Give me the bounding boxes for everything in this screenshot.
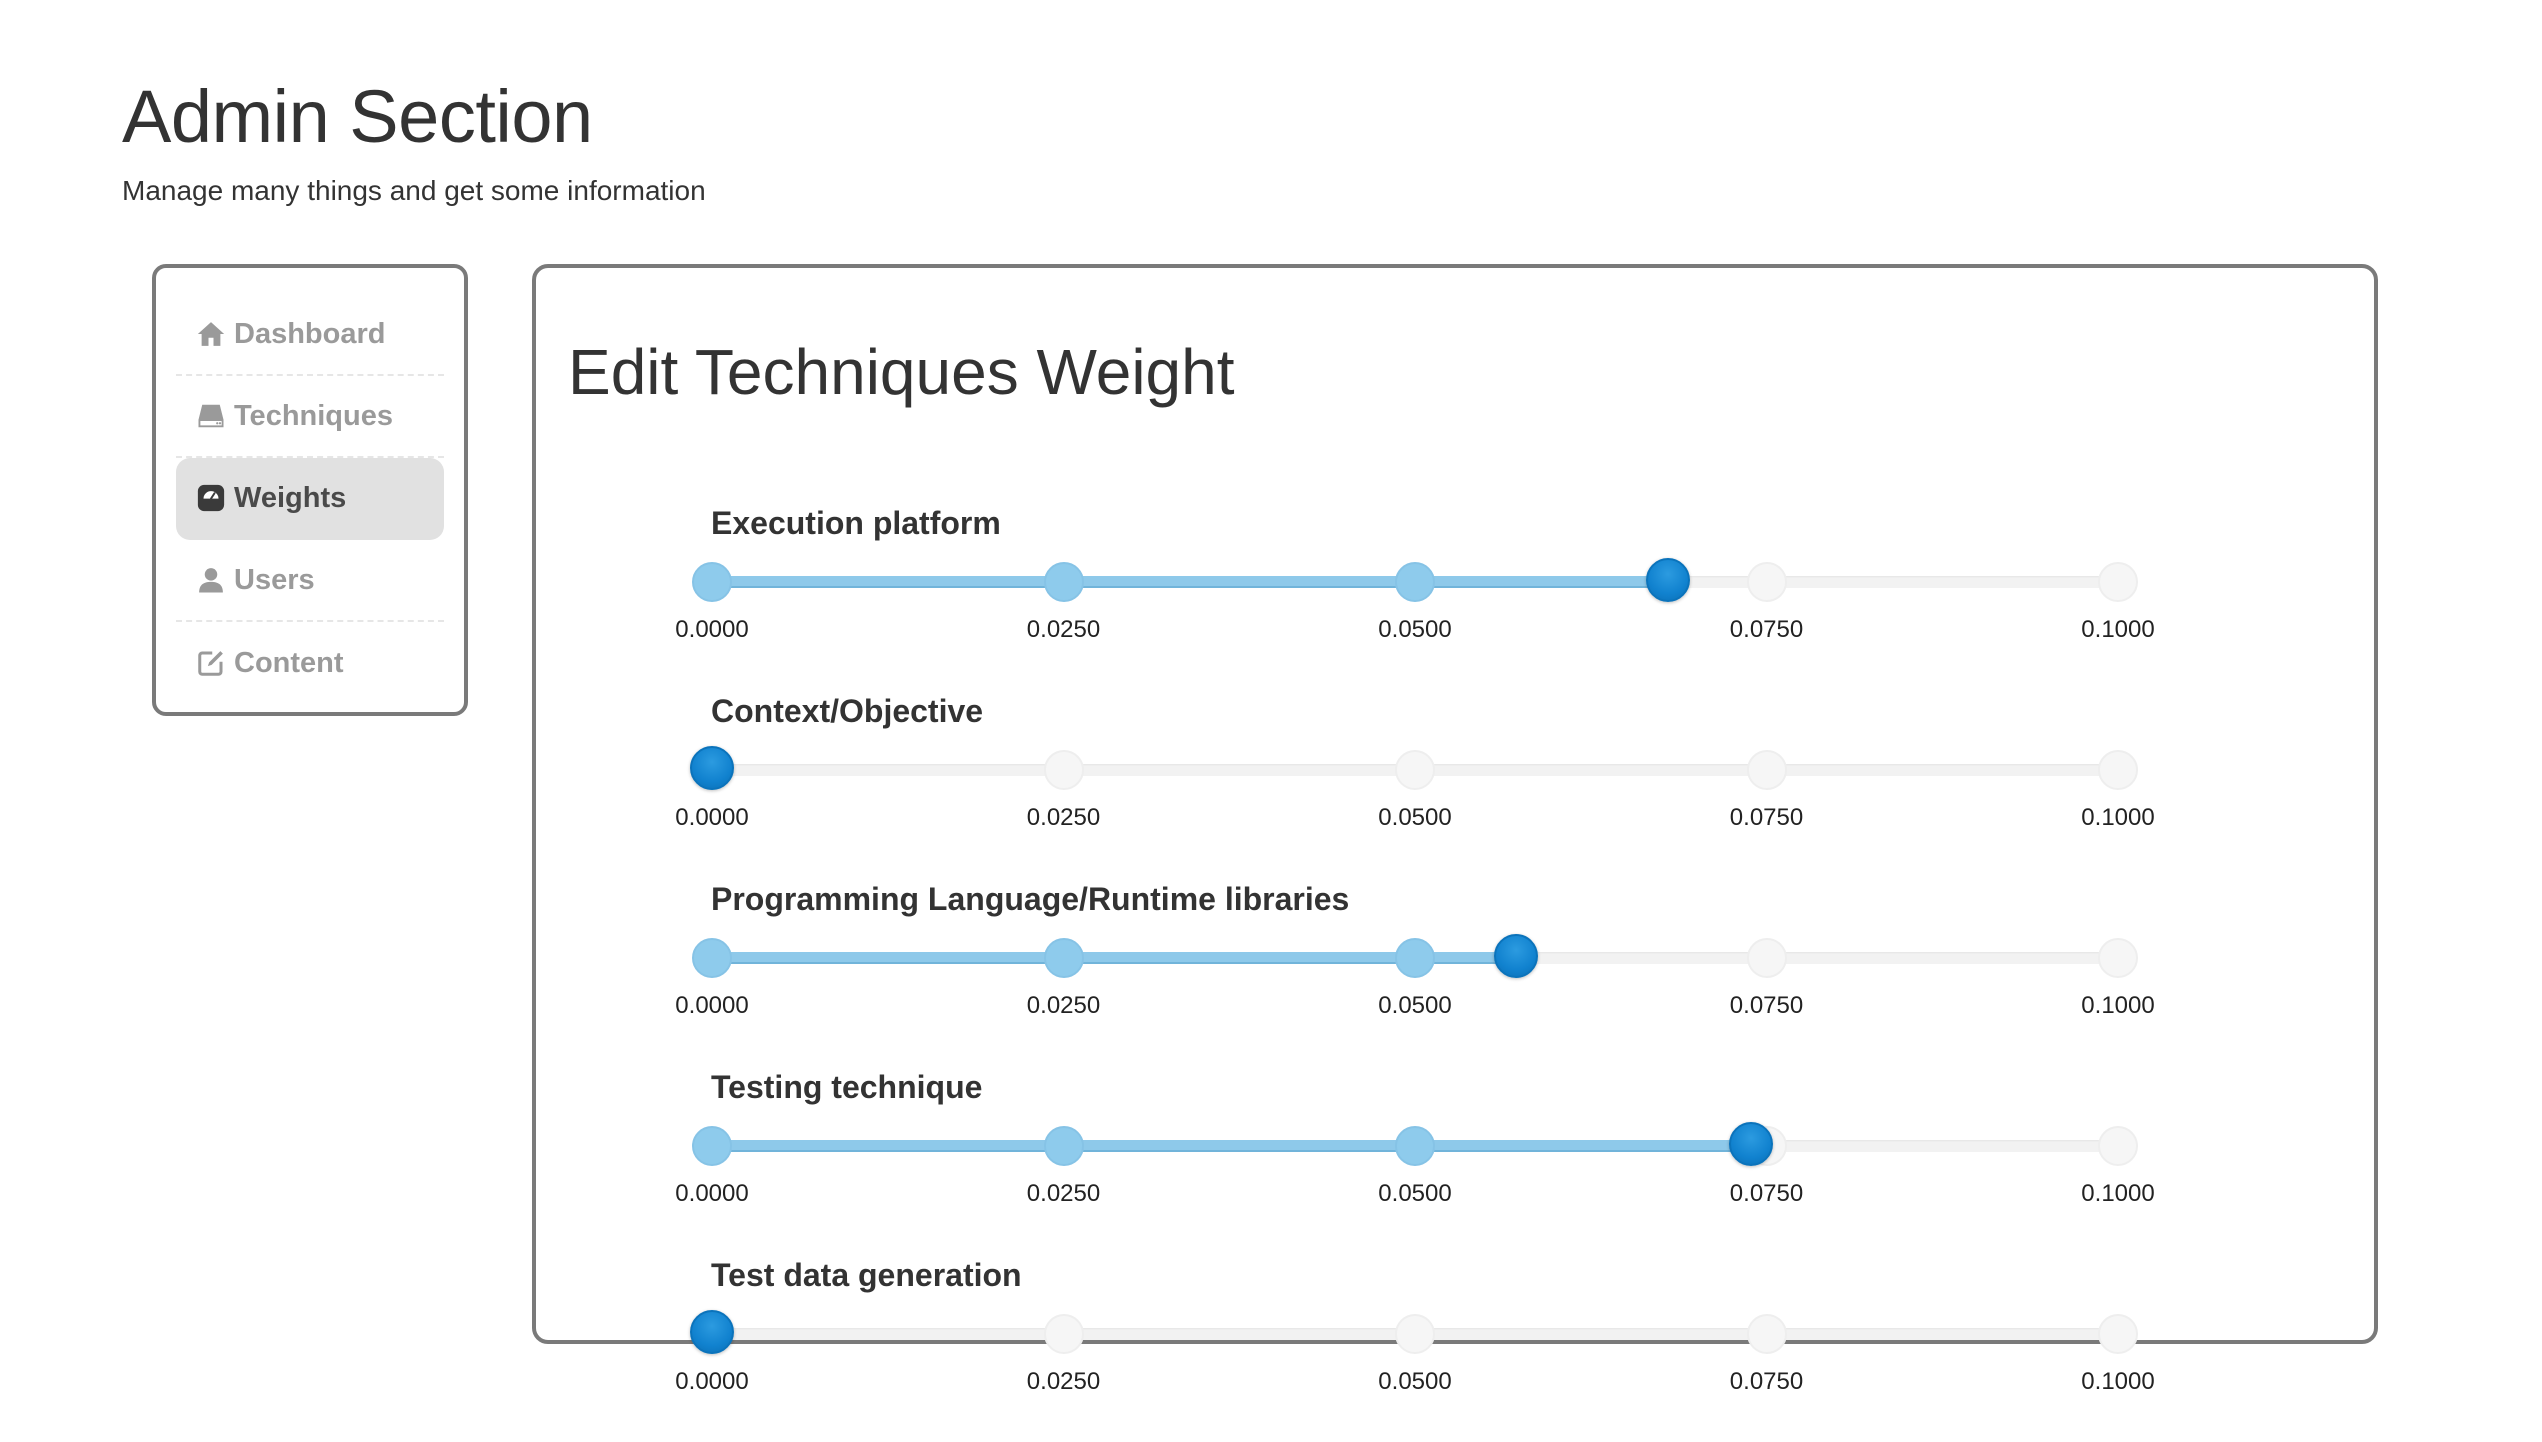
- edit-icon: [196, 648, 226, 678]
- panel-title: Edit Techniques Weight: [568, 336, 1235, 408]
- tick-label: 0.0250: [1026, 1180, 1101, 1207]
- slider-track[interactable]: [692, 1122, 2138, 1166]
- main-panel: Edit Techniques Weight Execution platfor…: [532, 264, 2378, 1395]
- slider-tick: [1043, 562, 1084, 602]
- tick-label: 0.1000: [2081, 1368, 2155, 1395]
- sidebar-item-label: Weights: [234, 481, 347, 514]
- weight-slider: Testing technique 0.0000 0.0250 0.0500 0.075…: [536, 1068, 2374, 1254]
- slider-tick: [1043, 1126, 1084, 1166]
- tick-label: 0.0000: [675, 804, 749, 831]
- slider-tick: [1395, 562, 1435, 602]
- home-icon: [196, 319, 226, 349]
- slider-tick: [692, 562, 732, 602]
- tick-label: 0.0250: [1026, 804, 1101, 831]
- slider-handle[interactable]: [1494, 934, 1539, 978]
- weight-slider: Context/Objective 0.0000 0.0250 0.0500 0.075…: [536, 692, 2374, 878]
- sidebar-item-content[interactable]: Content: [176, 622, 444, 704]
- sidebar-item-label: Techniques: [234, 399, 393, 432]
- slider-track[interactable]: [692, 558, 2138, 602]
- tick-label: 0.0250: [1026, 992, 1101, 1019]
- sidebar-item-label: Dashboard: [234, 317, 386, 350]
- tick-label: 0.0500: [1378, 616, 1452, 643]
- sidebar-item-weights[interactable]: Weights: [176, 458, 444, 540]
- slider-track[interactable]: [690, 746, 2138, 790]
- sidebar-item-label: Users: [234, 563, 315, 596]
- tick-label: 0.0000: [675, 992, 749, 1019]
- slider-tick: [692, 938, 732, 978]
- tick-label: 0.1000: [2081, 1180, 2155, 1207]
- scale-icon: [196, 483, 226, 513]
- weight-slider: Test data generation 0.0000 0.0250 0.0500 0.…: [536, 1256, 2374, 1442]
- sidebar-item-label: Content: [234, 646, 344, 679]
- tick-label: 0.1000: [2081, 616, 2155, 643]
- slider-tick: [2098, 938, 2138, 978]
- tick-label: 0.0250: [1026, 1368, 1101, 1395]
- slider-label: Execution platform: [711, 505, 1001, 541]
- slider-fill: [712, 576, 1669, 588]
- slider-tick: [2098, 1126, 2138, 1166]
- slider-tick: [1395, 750, 1435, 790]
- tick-label: 0.1000: [2081, 992, 2155, 1019]
- tick-label: 0.0750: [1729, 1180, 1804, 1207]
- page-title: Admin Section: [122, 75, 593, 158]
- page-subtitle: Manage many things and get some informat…: [122, 175, 706, 206]
- slider-fill: [712, 1140, 1752, 1152]
- sidebar-item-techniques[interactable]: Techniques: [176, 376, 444, 458]
- sidebar-item-dashboard[interactable]: Dashboard: [176, 294, 444, 376]
- slider-tick: [1746, 938, 1787, 978]
- tick-label: 0.0500: [1378, 1368, 1452, 1395]
- slider-tick: [2098, 562, 2138, 602]
- slider-tick: [1746, 562, 1787, 602]
- slider-tick: [1395, 1314, 1435, 1354]
- slider-label: Programming Language/Runtime libraries: [711, 881, 1350, 917]
- sidebar: Dashboard Techniques Weights Users Conte…: [152, 264, 468, 716]
- tick-label: 0.0000: [675, 1180, 749, 1207]
- slider-track[interactable]: [690, 1310, 2138, 1354]
- slider-handle[interactable]: [690, 746, 734, 790]
- tick-label: 0.0000: [675, 616, 749, 643]
- slider-handle[interactable]: [1729, 1122, 1774, 1166]
- slider-label: Context/Objective: [711, 693, 984, 729]
- slider-tick: [1043, 938, 1084, 978]
- tick-label: 0.0500: [1378, 992, 1452, 1019]
- slider-tick: [1395, 938, 1435, 978]
- slider-handle[interactable]: [690, 1310, 734, 1354]
- sidebar-nav: Dashboard Techniques Weights Users Conte…: [176, 294, 444, 704]
- weight-slider: Programming Language/Runtime libraries 0.…: [536, 880, 2374, 1066]
- tick-label: 0.0000: [675, 1368, 749, 1395]
- tick-label: 0.1000: [2081, 804, 2155, 831]
- tick-label: 0.0750: [1729, 804, 1804, 831]
- user-icon: [196, 565, 226, 595]
- tick-label: 0.0500: [1378, 1180, 1452, 1207]
- tick-label: 0.0750: [1729, 1368, 1804, 1395]
- slider-tick: [1043, 1314, 1084, 1354]
- slider-tick: [2098, 750, 2138, 790]
- slider-tick: [1043, 750, 1084, 790]
- slider-label: Test data generation: [711, 1257, 1022, 1293]
- sidebar-item-users[interactable]: Users: [176, 540, 444, 622]
- slider-tick: [1746, 1314, 1787, 1354]
- drive-icon: [196, 401, 226, 431]
- tick-label: 0.0500: [1378, 804, 1452, 831]
- tick-label: 0.0750: [1729, 992, 1804, 1019]
- slider-tick: [1746, 750, 1787, 790]
- tick-label: 0.0250: [1026, 616, 1101, 643]
- slider-tick: [692, 1126, 732, 1166]
- slider-handle[interactable]: [1646, 558, 1691, 602]
- slider-tick: [2098, 1314, 2138, 1354]
- slider-label: Testing technique: [711, 1069, 983, 1105]
- tick-label: 0.0750: [1729, 616, 1804, 643]
- weight-slider: Execution platform 0.0000 0.0250 0.0500 0.07…: [536, 504, 2374, 690]
- slider-tick: [1395, 1126, 1435, 1166]
- slider-track[interactable]: [692, 934, 2138, 978]
